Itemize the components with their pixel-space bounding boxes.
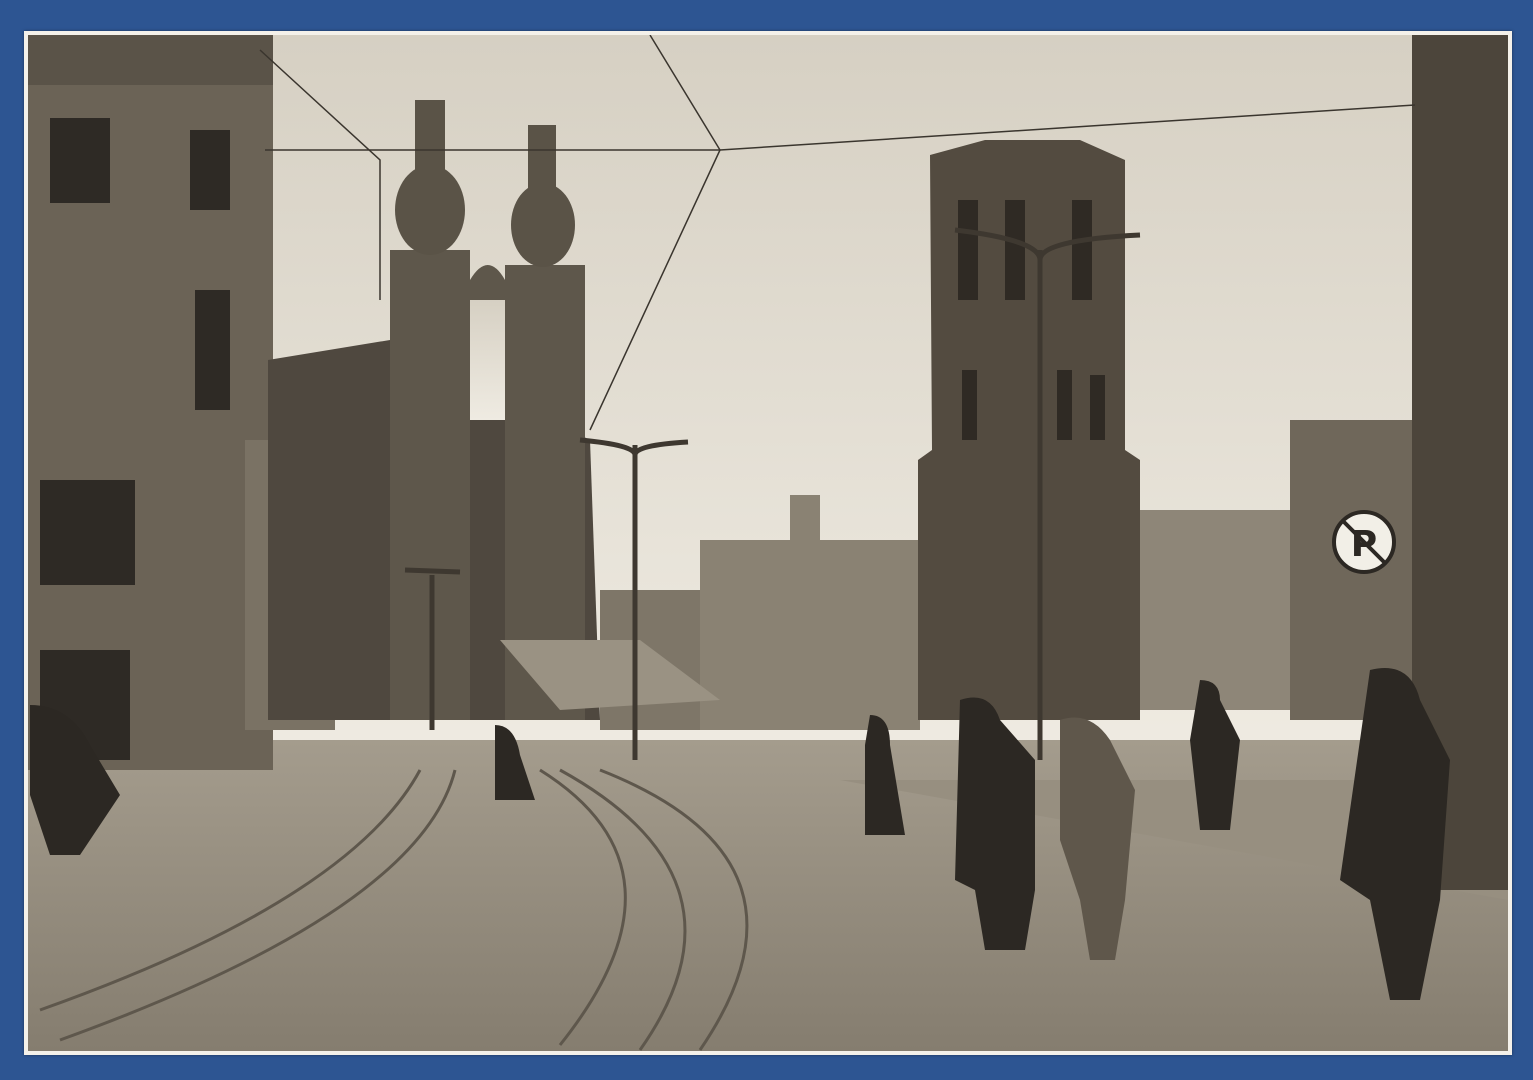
- historic-street-photo: P: [28, 35, 1508, 1051]
- red-tower: [918, 140, 1140, 720]
- no-parking-sign: P: [1332, 510, 1396, 574]
